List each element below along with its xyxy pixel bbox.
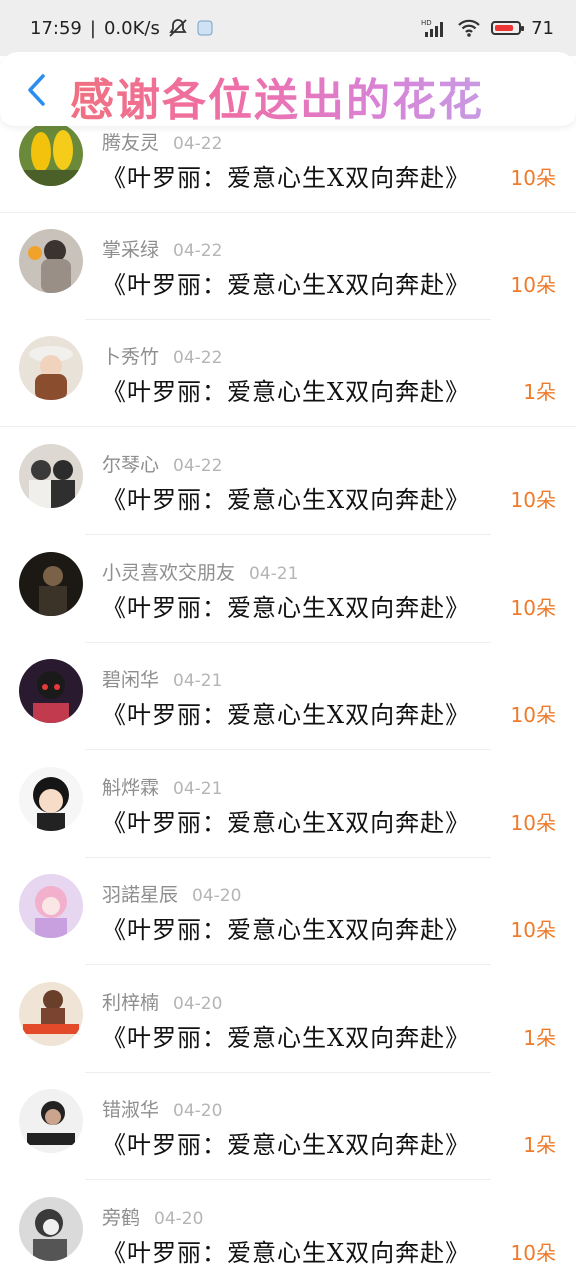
svg-text:HD: HD	[421, 19, 432, 27]
wifi-icon	[457, 18, 481, 38]
gift-list[interactable]: 腾友灵 04-22 《叶罗丽：爱意心生X双向奔赴》 10朵 掌采绿 04-22 《叶罗丽：爱…	[0, 106, 576, 1280]
user-name-text: 旁鹤	[102, 1207, 141, 1229]
list-item[interactable]: 尔琴心 04-22 《叶罗丽：爱意心生X双向奔赴》 10朵	[0, 428, 576, 535]
flower-count: 10朵	[510, 596, 556, 620]
app-notification-icon	[196, 19, 214, 37]
flower-count: 10朵	[510, 811, 556, 835]
status-bar: 17:59 | 0.0K/s HD 71	[0, 0, 576, 56]
page-title: 感谢各位送出的花花	[70, 64, 484, 128]
avatar[interactable]	[19, 659, 83, 723]
avatar[interactable]	[19, 552, 83, 616]
user-name-text: 卜秀竹	[102, 346, 160, 368]
flower-count: 10朵	[510, 166, 556, 190]
avatar[interactable]	[19, 1089, 83, 1153]
gift-book-title: 《叶罗丽：爱意心生X双向奔赴》	[102, 594, 471, 622]
list-item[interactable]: 错淑华 04-20 《叶罗丽：爱意心生X双向奔赴》 1朵	[0, 1073, 576, 1180]
user-name-text: 尔琴心	[102, 454, 160, 476]
row-divider	[85, 749, 491, 750]
gift-date: 04-20	[154, 1209, 204, 1229]
bell-muted-icon	[168, 18, 188, 38]
gift-date: 04-20	[173, 1101, 223, 1121]
gift-book-title: 《叶罗丽：爱意心生X双向奔赴》	[102, 271, 471, 299]
list-item[interactable]: 碧闲华 04-21 《叶罗丽：爱意心生X双向奔赴》 10朵	[0, 643, 576, 750]
chevron-left-icon	[28, 74, 45, 106]
gift-book-title: 《叶罗丽：爱意心生X双向奔赴》	[102, 486, 471, 514]
user-name-text: 斛烨霖	[102, 777, 160, 799]
page-header: 感谢各位送出的花花	[0, 52, 576, 126]
user-name: 错淑华 04-20	[102, 1095, 222, 1122]
gift-date: 04-20	[192, 886, 242, 906]
battery-level: 71	[531, 17, 554, 39]
avatar[interactable]	[19, 1197, 83, 1261]
avatar[interactable]	[19, 767, 83, 831]
gift-book-title: 《叶罗丽：爱意心生X双向奔赴》	[102, 378, 471, 406]
user-name-text: 碧闲华	[102, 669, 160, 691]
gift-book-title: 《叶罗丽：爱意心生X双向奔赴》	[102, 916, 471, 944]
list-item[interactable]: 卜秀竹 04-22 《叶罗丽：爱意心生X双向奔赴》 1朵	[0, 320, 576, 427]
user-name: 卜秀竹 04-22	[102, 342, 222, 369]
user-name: 小灵喜欢交朋友 04-21	[102, 558, 298, 585]
gift-date: 04-21	[173, 671, 223, 691]
list-item[interactable]: 旁鹤 04-20 《叶罗丽：爱意心生X双向奔赴》 10朵	[0, 1181, 576, 1280]
gift-date: 04-22	[173, 134, 223, 154]
avatar[interactable]	[19, 336, 83, 400]
signal-hd-icon: HD	[421, 18, 447, 38]
user-name-text: 利梓楠	[102, 992, 160, 1014]
avatar[interactable]	[19, 982, 83, 1046]
flower-count: 10朵	[510, 273, 556, 297]
user-name-text: 掌采绿	[102, 239, 160, 261]
user-name-text: 小灵喜欢交朋友	[102, 562, 236, 584]
user-name: 掌采绿 04-22	[102, 235, 222, 262]
gift-book-title: 《叶罗丽：爱意心生X双向奔赴》	[102, 164, 471, 192]
list-item[interactable]: 利梓楠 04-20 《叶罗丽：爱意心生X双向奔赴》 1朵	[0, 966, 576, 1073]
network-speed: 0.0K/s	[103, 17, 160, 39]
user-name-text: 腾友灵	[102, 132, 160, 154]
user-name-text: 错淑华	[102, 1099, 160, 1121]
user-name: 羽諾星辰 04-20	[102, 880, 241, 907]
user-name: 利梓楠 04-20	[102, 988, 222, 1015]
user-name: 腾友灵 04-22	[102, 128, 222, 155]
clock: 17:59	[30, 17, 82, 39]
user-name: 碧闲华 04-21	[102, 665, 222, 692]
user-name-text: 羽諾星辰	[102, 884, 179, 906]
list-item[interactable]: 小灵喜欢交朋友 04-21 《叶罗丽：爱意心生X双向奔赴》 10朵	[0, 536, 576, 643]
user-name: 尔琴心 04-22	[102, 450, 222, 477]
flower-count: 10朵	[510, 918, 556, 942]
battery-icon	[491, 21, 525, 35]
gift-date: 04-21	[173, 779, 223, 799]
gift-date: 04-20	[173, 994, 223, 1014]
avatar[interactable]	[19, 444, 83, 508]
user-name: 旁鹤 04-20	[102, 1203, 203, 1230]
avatar[interactable]	[19, 229, 83, 293]
flower-count: 1朵	[523, 380, 556, 404]
gift-date: 04-21	[249, 564, 299, 584]
row-divider	[85, 964, 491, 965]
gift-book-title: 《叶罗丽：爱意心生X双向奔赴》	[102, 1239, 471, 1267]
flower-count: 10朵	[510, 703, 556, 727]
flower-count: 10朵	[510, 488, 556, 512]
list-item[interactable]: 斛烨霖 04-21 《叶罗丽：爱意心生X双向奔赴》 10朵	[0, 751, 576, 858]
avatar[interactable]	[19, 874, 83, 938]
avatar[interactable]	[19, 122, 83, 186]
flower-count: 10朵	[510, 1241, 556, 1265]
row-divider	[85, 1179, 491, 1180]
gift-date: 04-22	[173, 241, 223, 261]
row-divider	[85, 534, 491, 535]
list-item[interactable]: 掌采绿 04-22 《叶罗丽：爱意心生X双向奔赴》 10朵	[0, 213, 576, 320]
user-name: 斛烨霖 04-21	[102, 773, 222, 800]
flower-count: 1朵	[523, 1026, 556, 1050]
gift-book-title: 《叶罗丽：爱意心生X双向奔赴》	[102, 1024, 471, 1052]
row-divider	[0, 426, 576, 427]
gift-date: 04-22	[173, 456, 223, 476]
flower-count: 1朵	[523, 1133, 556, 1157]
gift-book-title: 《叶罗丽：爱意心生X双向奔赴》	[102, 701, 471, 729]
list-item[interactable]: 羽諾星辰 04-20 《叶罗丽：爱意心生X双向奔赴》 10朵	[0, 858, 576, 965]
gift-book-title: 《叶罗丽：爱意心生X双向奔赴》	[102, 809, 471, 837]
gift-date: 04-22	[173, 348, 223, 368]
back-button[interactable]	[18, 70, 54, 110]
gift-book-title: 《叶罗丽：爱意心生X双向奔赴》	[102, 1131, 471, 1159]
